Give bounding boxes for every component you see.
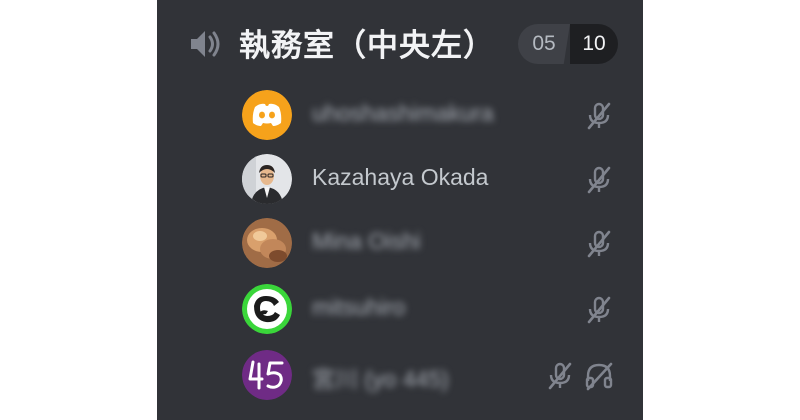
muted-microphone-icon <box>545 361 575 391</box>
45-avatar <box>242 350 292 400</box>
speaker-icon <box>188 26 224 62</box>
photo-avatar <box>242 218 292 268</box>
muted-microphone-icon <box>584 295 614 325</box>
muted-microphone-icon <box>584 165 614 195</box>
voice-channel-header[interactable]: 執務室（中央左） 05 10 <box>157 0 643 86</box>
user-count: 05 <box>518 24 570 64</box>
member-name: Kazahaya Okada <box>312 164 489 190</box>
voice-channel-panel: 執務室（中央左） 05 10 uhoshashimakura Kazahaya … <box>157 0 643 420</box>
muted-microphone-icon <box>584 229 614 259</box>
member-name: 宮川 (yo 445) <box>312 366 449 392</box>
member-name: mitsuhiro <box>312 294 406 320</box>
deafened-headphones-icon <box>584 361 614 391</box>
voice-member[interactable]: mitsuhiro <box>242 284 622 334</box>
member-name: uhoshashimakura <box>312 100 494 126</box>
muted-microphone-icon <box>584 101 614 131</box>
voice-member[interactable]: uhoshashimakura <box>242 90 622 140</box>
user-limit: 10 <box>570 24 618 64</box>
voice-member[interactable]: Kazahaya Okada <box>242 154 622 204</box>
user-limit-badge: 05 10 <box>518 24 618 64</box>
green-logo-avatar <box>242 284 292 334</box>
photo-avatar <box>242 154 292 204</box>
voice-member[interactable]: Mina Oishi <box>242 218 622 268</box>
voice-member[interactable]: 宮川 (yo 445) <box>242 350 622 400</box>
discord-logo-avatar <box>242 90 292 140</box>
member-name: Mina Oishi <box>312 228 421 254</box>
channel-name: 執務室（中央左） <box>239 28 495 64</box>
